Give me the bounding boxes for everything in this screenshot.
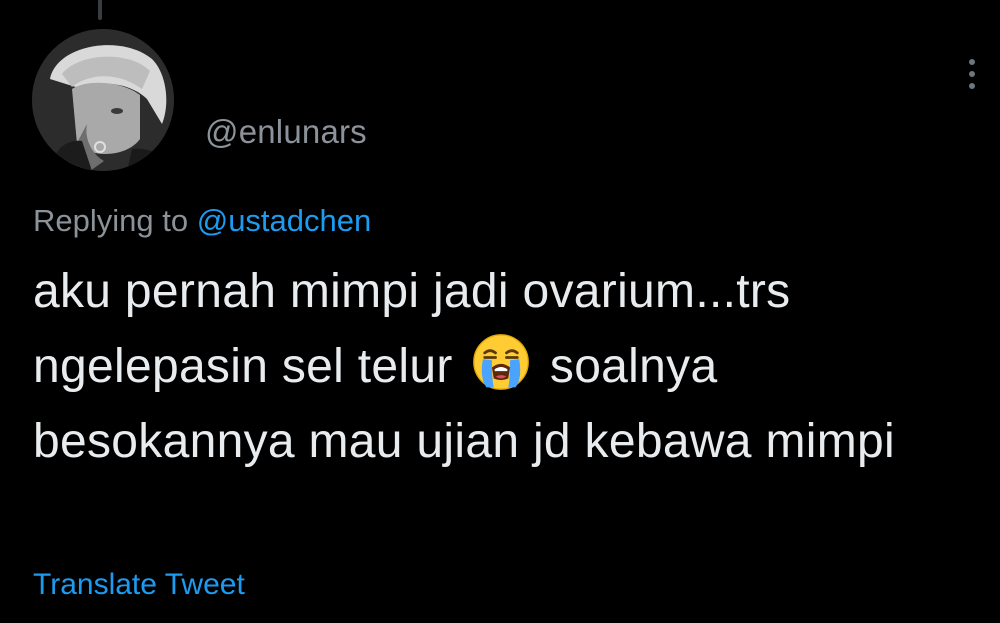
loudly-crying-face-icon [473, 334, 530, 390]
more-options-button[interactable] [958, 52, 986, 96]
more-vertical-icon [969, 71, 975, 77]
more-vertical-icon [969, 83, 975, 89]
avatar-image [32, 29, 174, 171]
tweet-text: aku pernah mimpi jadi ovarium...trs ngel… [33, 254, 983, 479]
author-handle[interactable]: @enlunars [205, 113, 367, 151]
replying-to-label: Replying to [33, 203, 189, 238]
avatar[interactable] [32, 29, 174, 171]
replying-to-line: Replying to @ustadchen [33, 203, 371, 239]
translate-tweet-link[interactable]: Translate Tweet [33, 568, 245, 602]
thread-connector-line [98, 0, 102, 20]
replying-to-handle-link[interactable]: @ustadchen [197, 203, 372, 238]
more-vertical-icon [969, 59, 975, 65]
